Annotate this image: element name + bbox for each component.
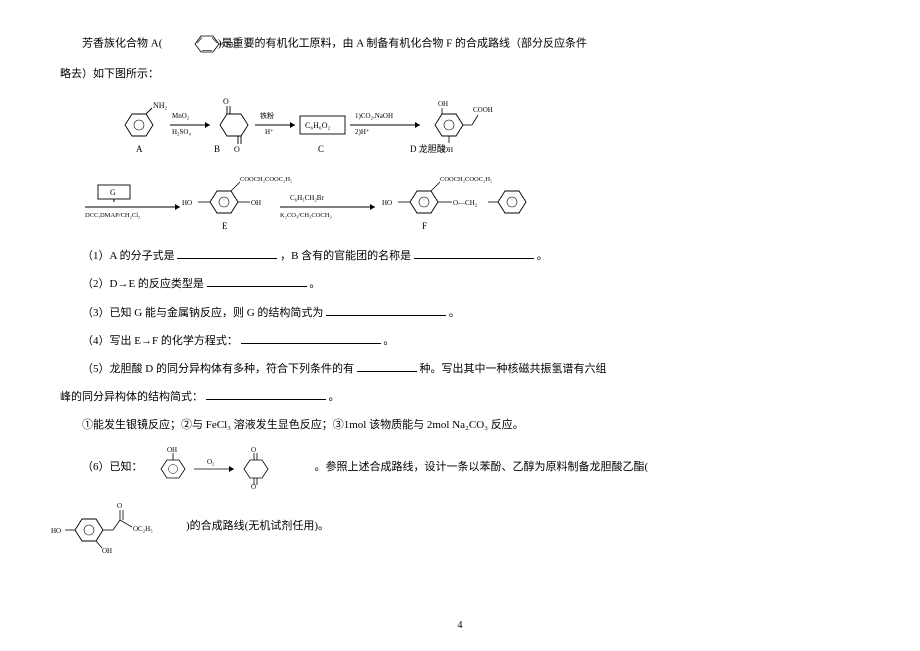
q6-scheme: OH O₂ O O	[149, 444, 309, 489]
intro-text-3: 略去）如下图所示：	[60, 68, 159, 80]
svg-text:OH: OH	[251, 199, 261, 207]
label-f: F	[422, 221, 427, 231]
blank-5b	[206, 388, 326, 400]
label-c: C	[318, 144, 324, 154]
question-5-line1: （5）龙胆酸 D 的同分异构体有多种，符合下列条件的有 种。写出其中一种核磁共振…	[60, 357, 870, 381]
intro-text-1: 芳香族化合物 A(	[82, 38, 162, 50]
q6-text-2: 。参照上述合成路线，设计一条以苯酚、乙醇为原料制备龙胆酸乙酯(	[315, 458, 649, 474]
q1-text-3: 。	[537, 250, 548, 262]
blank-3	[326, 304, 446, 316]
svg-text:1)CO₂,NaOH: 1)CO₂,NaOH	[355, 112, 393, 120]
q1-text-2: ，B 含有的官能团的名称是	[280, 250, 411, 262]
svg-text:K₂CO₃/CH₃COCH₃: K₂CO₃/CH₃COCH₃	[280, 212, 332, 219]
svg-text:HO: HO	[182, 199, 192, 207]
svg-text:HO: HO	[382, 199, 392, 207]
svg-text:O—CH₂: O—CH₂	[453, 199, 478, 207]
blank-2	[207, 275, 307, 287]
svg-text:C₆H₆O₂: C₆H₆O₂	[305, 121, 330, 130]
svg-text:NH₂: NH₂	[153, 101, 168, 110]
svg-text:O: O	[251, 483, 256, 489]
svg-text:铁粉: 铁粉	[260, 111, 274, 120]
q1-text-1: （1）A 的分子式是	[82, 250, 175, 262]
q2-text-2: 。	[309, 278, 320, 290]
blank-5a	[357, 360, 417, 372]
q6-ester-structure: HO OH O OC₂H₅	[50, 495, 180, 555]
svg-text:O: O	[117, 502, 122, 510]
q4-text-1: （4）写出 E→F 的化学方程式：	[82, 335, 238, 347]
q3-text-2: 。	[449, 307, 460, 319]
compound-a-structure: NH₂	[165, 30, 215, 58]
q5-text-4: 。	[329, 391, 340, 403]
label-d: D 龙胆酸	[410, 143, 446, 154]
question-5-line2: 峰的同分异构体的结构简式： 。	[60, 385, 870, 409]
svg-text:DCC,DMAP/CH₂Cl₂: DCC,DMAP/CH₂Cl₂	[85, 212, 140, 219]
q3-text-1: （3）已知 G 能与金属钠反应，则 G 的结构简式为	[82, 307, 323, 319]
svg-text:OH: OH	[438, 100, 448, 108]
blank-1b	[414, 247, 534, 259]
label-b: B	[214, 144, 220, 154]
question-3: （3）已知 G 能与金属钠反应，则 G 的结构简式为 。	[60, 301, 870, 325]
svg-text:COOCH₂COOC₂H₅: COOCH₂COOC₂H₅	[240, 176, 292, 183]
svg-text:H⁺: H⁺	[265, 128, 274, 136]
reaction-scheme-row1: NH₂ A MnO₂ H₂SO₄ O O B 铁粉 H⁺ C₆H₆O₂ C 1)…	[110, 90, 870, 163]
question-6-line1: （6）已知： OH O₂ O O 。参照上述合成路线，设计一条以苯酚、乙醇为原料…	[82, 444, 870, 489]
question-4: （4）写出 E→F 的化学方程式： 。	[60, 329, 870, 353]
svg-text:O: O	[234, 145, 240, 154]
svg-text:O₂: O₂	[207, 458, 215, 466]
question-2: （2）D→E 的反应类型是 。	[60, 272, 870, 296]
svg-text:MnO₂: MnO₂	[172, 112, 190, 120]
svg-text:COOCH₂COOC₂H₅: COOCH₂COOC₂H₅	[440, 176, 492, 183]
page-number: 4	[0, 620, 920, 631]
intro-text-2: )是重要的有机化工原料，由 A 制备有机化合物 F 的合成路线（部分反应条件	[218, 38, 587, 50]
q5-text-1: （5）龙胆酸 D 的同分异构体有多种，符合下列条件的有	[82, 363, 354, 375]
q5-text-2: 种。写出其中一种核磁共振氢谱有六组	[419, 363, 606, 375]
intro-paragraph: 芳香族化合物 A( NH₂ )是重要的有机化工原料，由 A 制备有机化合物 F …	[60, 30, 870, 58]
svg-text:OH: OH	[167, 446, 177, 454]
blank-1a	[177, 247, 277, 259]
q6-text-3: )的合成路线(无机试剂任用)。	[186, 517, 329, 533]
svg-text:COOH: COOH	[473, 106, 493, 114]
svg-text:NH₂: NH₂	[226, 41, 237, 49]
svg-text:C₆H₅CH₂Br: C₆H₅CH₂Br	[290, 194, 324, 202]
svg-text:H₂SO₄: H₂SO₄	[172, 128, 191, 136]
blank-4	[241, 332, 381, 344]
intro-paragraph-2: 略去）如下图所示：	[60, 62, 870, 86]
svg-text:HO: HO	[51, 527, 61, 535]
q4-text-2: 。	[383, 335, 394, 347]
question-5-conditions: ①能发生银镜反应；②与 FeCl₃ 溶液发生显色反应；③1mol 该物质能与 2…	[60, 413, 870, 437]
question-1: （1）A 的分子式是 ，B 含有的官能团的名称是 。	[60, 244, 870, 268]
q5-conditions-text: ①能发生银镜反应；②与 FeCl₃ 溶液发生显色反应；③1mol 该物质能与 2…	[82, 419, 524, 431]
svg-text:OH: OH	[102, 547, 112, 555]
q2-text-1: （2）D→E 的反应类型是	[82, 278, 204, 290]
question-6-line2: HO OH O OC₂H₅ )的合成路线(无机试剂任用)。	[60, 495, 870, 555]
reaction-scheme-row2: G DCC,DMAP/CH₂Cl₂ COOCH₂COOC₂H₅ HO OH E …	[80, 167, 870, 240]
svg-text:O: O	[251, 446, 256, 454]
q5-text-3: 峰的同分异构体的结构简式：	[60, 391, 203, 403]
label-a: A	[136, 144, 143, 154]
svg-text:G: G	[110, 188, 116, 197]
q6-text-1: （6）已知：	[82, 458, 143, 474]
svg-text:O: O	[223, 97, 229, 106]
svg-text:2)H⁺: 2)H⁺	[355, 128, 370, 136]
label-e: E	[222, 221, 228, 231]
svg-text:OC₂H₅: OC₂H₅	[133, 525, 153, 533]
